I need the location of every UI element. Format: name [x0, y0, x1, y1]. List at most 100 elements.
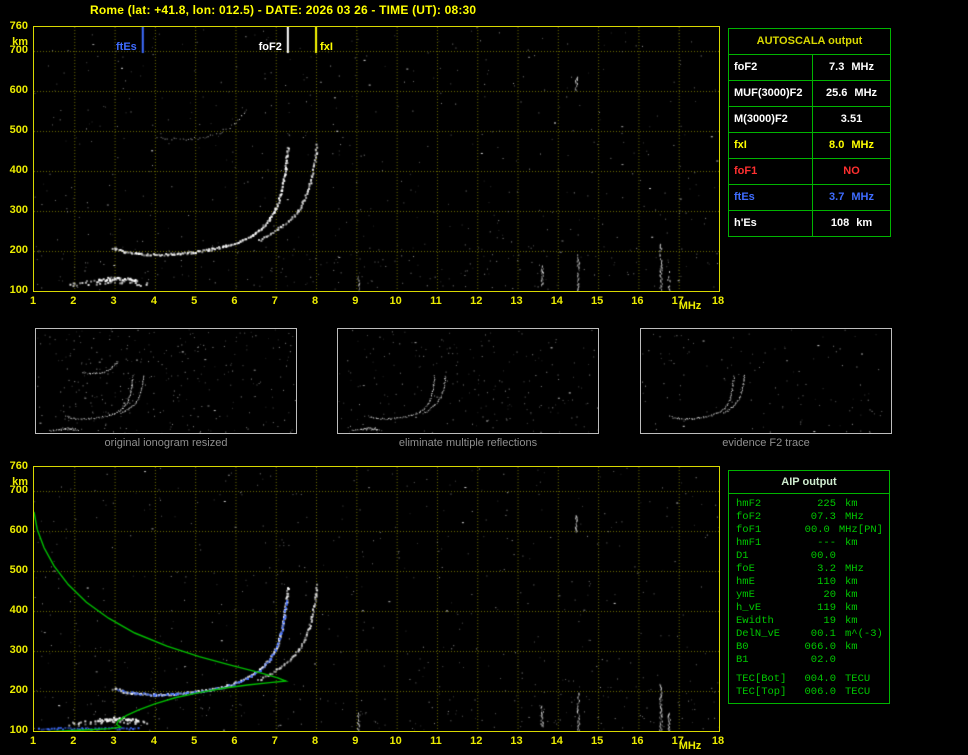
- autoscala-row-fxI: fxI 8.0 MHz: [729, 133, 890, 159]
- autoscala-param-label: h'Es: [729, 211, 813, 236]
- aip-cell: B1: [736, 654, 749, 666]
- aip-cell: ymE: [736, 589, 755, 601]
- aip-cell: 3.2: [817, 563, 836, 575]
- y-tick-label: 300: [9, 644, 28, 656]
- x-tick-label: 14: [550, 735, 563, 747]
- aip-row-TEC[Top]: TEC[Top] 006.0 TECU: [736, 686, 883, 699]
- autoscala-row-foF2: foF2 7.3 MHz: [729, 55, 890, 81]
- x-tick-label: 4: [150, 735, 157, 747]
- aip-cell: foF1: [736, 524, 762, 536]
- y-axis-unit: km: [12, 36, 28, 48]
- autoscala-screen: Rome (lat: +41.8, lon: 012.5) - DATE: 20…: [0, 0, 968, 755]
- autoscala-param-value: NO: [843, 165, 860, 177]
- x-tick-label: 6: [231, 735, 238, 747]
- aip-cell: 02.0: [810, 654, 836, 666]
- aip-output-panel: AIP output hmF2 225 km foF2 07.3 MHz foF1 00.0 M…: [728, 470, 890, 704]
- x-tick-label: 11: [430, 295, 442, 307]
- aip-cell: [PN]: [857, 524, 883, 536]
- aip-cell: km: [845, 498, 858, 510]
- x-axis-unit: MHz: [678, 300, 702, 312]
- x-tick-label: 13: [510, 295, 523, 307]
- aip-row-foE: foE 3.2 MHz: [736, 563, 883, 576]
- x-axis-unit: MHz: [678, 740, 702, 752]
- y-tick-label: 400: [9, 164, 28, 176]
- x-tick-label: 13: [510, 735, 523, 747]
- aip-cell: 110: [817, 576, 836, 588]
- aip-cell: km: [845, 589, 858, 601]
- x-tick-label: 9: [352, 735, 359, 747]
- aip-output-box: AIP output hmF2 225 km foF2 07.3 MHz foF1 00.0 M…: [728, 470, 890, 671]
- thumb-f2-trace: [640, 328, 892, 434]
- aip-cell: 07.3: [810, 511, 836, 523]
- aip-row-Ewidth: Ewidth 19 km: [736, 615, 883, 628]
- autoscala-param-value: 3.51: [840, 113, 863, 125]
- aip-cell: km: [845, 576, 858, 588]
- aip-cell: 119: [817, 602, 836, 614]
- x-tick-label: 3: [110, 735, 117, 747]
- y-tick-label: 400: [9, 604, 28, 616]
- aip-cell: MHz: [845, 563, 864, 575]
- aip-row-hmF1: hmF1 --- km: [736, 537, 883, 550]
- aip-cell: 225: [817, 498, 836, 510]
- x-tick-label: 15: [590, 295, 604, 307]
- aip-cell: 006.0: [804, 686, 836, 698]
- x-tick-label: 8: [311, 295, 319, 307]
- thumb-no-multiples-canvas: [338, 329, 598, 433]
- aip-cell: 20: [823, 589, 836, 601]
- y-tick-label: 100: [9, 724, 28, 736]
- aip-row-ymE: ymE 20 km: [736, 589, 883, 602]
- aip-row-hmF2: hmF2 225 km: [736, 498, 883, 511]
- x-tick-label: 18: [711, 295, 725, 307]
- aip-row-B1: B1 02.0: [736, 654, 883, 667]
- aip-cell: 00.1: [810, 628, 836, 640]
- thumb-no-multiples-caption: eliminate multiple reflections: [398, 437, 538, 449]
- autoscala-output-panel: AUTOSCALA output foF2 7.3 MHz MUF(3000)F2 25…: [728, 28, 891, 237]
- x-tick-label: 10: [389, 295, 402, 307]
- ionogram-main-canvas: [34, 27, 719, 291]
- autoscala-param-label: foF1: [729, 159, 813, 184]
- station-date-title: Rome (lat: +41.8, lon: 012.5) - DATE: 20…: [90, 3, 477, 17]
- x-tick-label: 4: [150, 295, 157, 307]
- aip-cell: DelN_vE: [736, 628, 781, 640]
- x-tick-label: 18: [711, 735, 725, 747]
- marker-label-foF2: foF2: [258, 41, 282, 53]
- aip-cell: h_vE: [736, 602, 762, 614]
- aip-cell: TEC[Bot]: [736, 673, 787, 685]
- aip-row-B0: B0 066.0 km: [736, 641, 883, 654]
- autoscala-param-value: 108 km: [830, 217, 873, 229]
- aip-cell: 004.0: [804, 673, 836, 685]
- x-tick-label: 2: [70, 735, 77, 747]
- x-tick-label: 16: [631, 735, 644, 747]
- x-tick-label: 1: [29, 295, 37, 307]
- x-tick-label: 12: [470, 735, 483, 747]
- x-tick-label: 8: [311, 735, 319, 747]
- y-tick-label: 760: [9, 460, 28, 472]
- x-tick-label: 9: [352, 295, 359, 307]
- marker-label-ftEs: ftEs: [116, 41, 137, 53]
- x-tick-label: 3: [110, 295, 117, 307]
- autoscala-row-foF1: foF1 NO: [729, 159, 890, 185]
- autoscala-output-title: AUTOSCALA output: [729, 29, 890, 55]
- autoscala-param-value: 25.6 MHz: [825, 87, 878, 99]
- aip-output-title: AIP output: [729, 471, 889, 494]
- x-tick-label: 12: [470, 295, 483, 307]
- x-tick-label: 2: [70, 295, 77, 307]
- thumb-f2-trace-canvas: [641, 329, 891, 433]
- aip-rows: hmF2 225 km foF2 07.3 MHz foF1 00.0 MHz [PN] hmF1-…: [729, 494, 889, 670]
- thumb-no-multiples: [337, 328, 599, 434]
- x-tick-label: 14: [550, 295, 563, 307]
- autoscala-row-h'Es: h'Es 108 km: [729, 211, 890, 236]
- autoscala-param-label: ftEs: [729, 185, 813, 210]
- x-tick-label: 7: [271, 735, 278, 747]
- x-tick-label: 6: [231, 295, 238, 307]
- aip-cell: km: [845, 537, 858, 549]
- aip-row-TEC[Bot]: TEC[Bot] 004.0 TECU: [736, 673, 883, 686]
- y-tick-label: 200: [9, 244, 28, 256]
- aip-cell: km: [845, 602, 858, 614]
- y-tick-label: 760: [9, 20, 28, 32]
- autoscala-rows: foF2 7.3 MHz MUF(3000)F2 25.6 MHz M(3000)F2 3.5…: [729, 55, 890, 236]
- aip-row-hmE: hmE 110 km: [736, 576, 883, 589]
- x-tick-label: 1: [29, 735, 37, 747]
- ionogram-profile-canvas: [34, 467, 719, 731]
- x-tick-label: 5: [191, 735, 198, 747]
